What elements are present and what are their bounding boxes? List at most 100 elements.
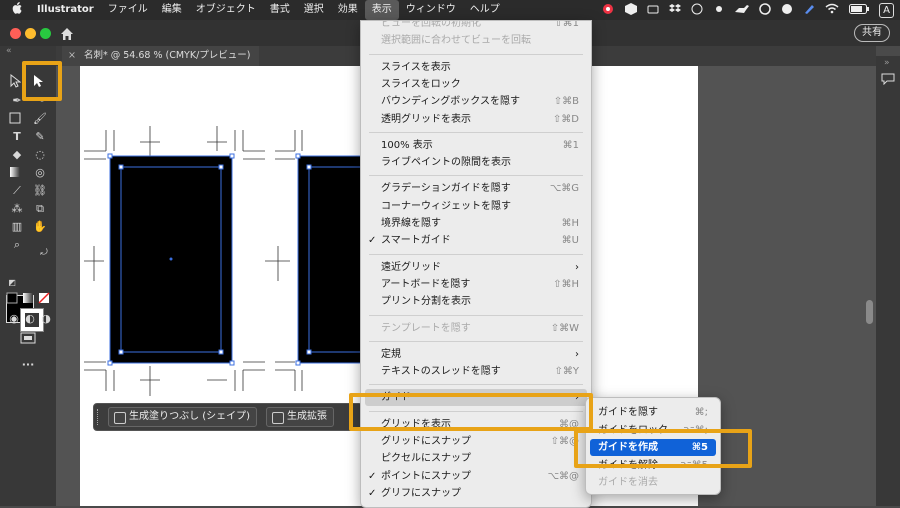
view-menu-item[interactable]: ✓ グリフにスナップ <box>361 485 591 502</box>
menu-item-label: ビューを回転の初期化 <box>381 20 481 29</box>
eyedropper-tool-icon[interactable]: ⟋ <box>9 184 25 198</box>
view-menu-item[interactable]: ライブペイントの隙間を表示 <box>361 154 591 171</box>
pen-icon[interactable] <box>803 3 815 18</box>
none-mode-icon[interactable] <box>38 292 54 306</box>
paintbrush-tool-icon[interactable]: 🖌 <box>32 112 48 126</box>
minimize-window-button[interactable] <box>25 28 36 39</box>
menu-help[interactable]: ヘルプ <box>463 0 507 20</box>
lasso-tool-icon[interactable]: ◌ <box>32 148 48 162</box>
view-menu-item[interactable]: ピクセルにスナップ <box>361 450 591 467</box>
symbol-sprayer-tool-icon[interactable]: ⁂ <box>9 202 25 216</box>
screen-mode-icon[interactable] <box>20 332 36 346</box>
menu-separator <box>369 253 583 255</box>
generative-expand-button[interactable]: 生成拡張 <box>266 407 334 427</box>
generative-fill-shape-button[interactable]: 生成塗りつぶし (シェイプ) <box>108 407 258 427</box>
gradient-tool-icon[interactable] <box>9 166 25 180</box>
eraser-tool-icon[interactable]: ◆ <box>9 148 25 162</box>
wifi-icon[interactable] <box>825 3 839 17</box>
menu-select[interactable]: 選択 <box>297 0 331 20</box>
hand-tool-icon[interactable]: ✋ <box>32 220 48 234</box>
view-menu-item[interactable]: ✓ スマートガイド ⌘U <box>361 232 591 249</box>
checkmark-icon: ✓ <box>368 235 377 247</box>
view-menu-item[interactable]: テキストのスレッドを隠す ⇧⌘Y <box>361 363 591 380</box>
direct-selection-tool-icon[interactable] <box>32 74 48 88</box>
artboard-tool-icon[interactable]: ⧉ <box>32 202 48 216</box>
zoom-tool-icon[interactable]: ⌕ <box>9 238 25 252</box>
draw-behind-icon[interactable]: ◐ <box>22 312 38 326</box>
close-window-button[interactable] <box>10 28 21 39</box>
view-menu-item[interactable]: ガイド › <box>365 389 587 407</box>
collapse-panel-icon[interactable]: « <box>6 46 12 56</box>
input-source-badge[interactable]: A <box>879 2 894 18</box>
grip-handle[interactable] <box>97 409 100 425</box>
generative-expand-label: 生成拡張 <box>287 411 327 422</box>
menu-effect[interactable]: 効果 <box>331 0 365 20</box>
battery-icon[interactable] <box>849 3 870 17</box>
guide-submenu-item[interactable]: ガイドを隠す ⌘; <box>586 404 720 421</box>
curvature-tool-icon[interactable]: 〜 <box>32 94 48 108</box>
circle-icon[interactable] <box>691 3 703 18</box>
home-icon[interactable] <box>60 26 74 40</box>
blend-tool-icon[interactable]: ⛓ <box>32 184 48 198</box>
guide-submenu-item[interactable]: ガイドを解除 ⌥⌘5 <box>586 457 720 474</box>
tab-close-icon[interactable]: × <box>68 50 76 61</box>
dino-icon[interactable] <box>735 4 750 17</box>
swap-colors-icon[interactable]: ⤾ <box>36 246 52 260</box>
pencil-tool-icon[interactable]: ✎ <box>32 130 48 144</box>
menu-view[interactable]: 表示 <box>364 0 399 20</box>
app-badge-icon[interactable] <box>759 2 771 18</box>
shape-builder-tool-icon[interactable]: ◎ <box>32 166 48 180</box>
more-tools-icon[interactable]: ··· <box>20 358 36 372</box>
view-menu-item[interactable]: グラデーションガイドを隠す ⌥⌘G <box>361 180 591 197</box>
rectangle-tool-icon[interactable] <box>9 112 25 126</box>
expand-panel-icon[interactable]: » <box>884 58 890 68</box>
menu-item-shortcut: ⌘1 <box>562 139 579 151</box>
selection-tool-icon[interactable] <box>9 74 25 88</box>
comments-icon[interactable] <box>881 70 895 89</box>
view-menu-item[interactable]: 定規 › <box>361 346 591 363</box>
color-mode-icon[interactable] <box>6 292 22 306</box>
tab-document[interactable]: × 名刺* @ 54.68 % (CMYK/プレビュー) <box>62 46 259 66</box>
view-menu-item[interactable]: コーナーウィジェットを隠す <box>361 198 591 215</box>
shield-icon[interactable] <box>625 2 638 18</box>
ink-icon[interactable] <box>781 3 793 18</box>
column-graph-tool-icon[interactable]: ▥ <box>9 220 25 234</box>
view-menu-item[interactable]: スライスを表示 <box>361 59 591 76</box>
view-menu-item[interactable]: グリッドにスナップ ⇧⌘@ <box>361 433 591 450</box>
menu-type[interactable]: 書式 <box>263 0 297 20</box>
vertical-scrollbar[interactable] <box>866 300 873 324</box>
gradient-mode-icon[interactable] <box>22 292 38 306</box>
view-menu-item[interactable]: バウンディングボックスを隠す ⇧⌘B <box>361 93 591 110</box>
record-icon[interactable] <box>601 3 615 18</box>
share-button[interactable]: 共有 <box>854 24 890 42</box>
menu-file[interactable]: ファイル <box>101 0 155 20</box>
draw-normal-icon[interactable]: ◉ <box>6 312 22 326</box>
draw-inside-icon[interactable]: ◑ <box>38 312 54 326</box>
view-menu-item[interactable]: プリント分割を表示 <box>361 293 591 310</box>
menu-window[interactable]: ウィンドウ <box>399 0 463 20</box>
menu-edit[interactable]: 編集 <box>155 0 189 20</box>
view-menu-item[interactable]: アートボードを隠す ⇧⌘H <box>361 276 591 293</box>
app-name[interactable]: Illustrator <box>30 0 101 20</box>
menu-object[interactable]: オブジェクト <box>189 0 263 20</box>
view-menu-item[interactable]: 遠近グリッド › <box>361 259 591 276</box>
zoom-window-button[interactable] <box>40 28 51 39</box>
guide-submenu-item[interactable]: ガイドをロック ⌥⌘; <box>586 422 720 439</box>
view-menu-item[interactable]: 境界線を隠す ⌘H <box>361 215 591 232</box>
view-menu-item[interactable]: スライスをロック <box>361 76 591 93</box>
view-menu-item[interactable]: グリッドを表示 ⌘@ <box>361 416 591 433</box>
dropbox-icon[interactable] <box>669 3 682 18</box>
view-menu-item[interactable]: 100% 表示 ⌘1 <box>361 137 591 154</box>
apple-icon[interactable] <box>0 0 30 20</box>
type-tool-icon[interactable]: T <box>9 130 25 144</box>
guide-submenu-item[interactable]: ガイドを作成 ⌘5 <box>590 439 716 456</box>
view-menu-item[interactable]: 透明グリッドを表示 ⇧⌘D <box>361 111 591 128</box>
menu-separator <box>369 384 583 386</box>
view-menu-item[interactable]: ✓ ポイントにスナップ ⌥⌘@ <box>361 468 591 485</box>
default-colors-icon[interactable]: ◩ <box>4 276 20 290</box>
brightness-icon[interactable] <box>713 3 725 18</box>
status-tray: A <box>601 0 894 20</box>
menu-item-shortcut: ⌘; <box>694 407 708 418</box>
drive-icon[interactable] <box>647 3 659 18</box>
pen-tool-icon[interactable]: ✒ <box>9 94 25 108</box>
